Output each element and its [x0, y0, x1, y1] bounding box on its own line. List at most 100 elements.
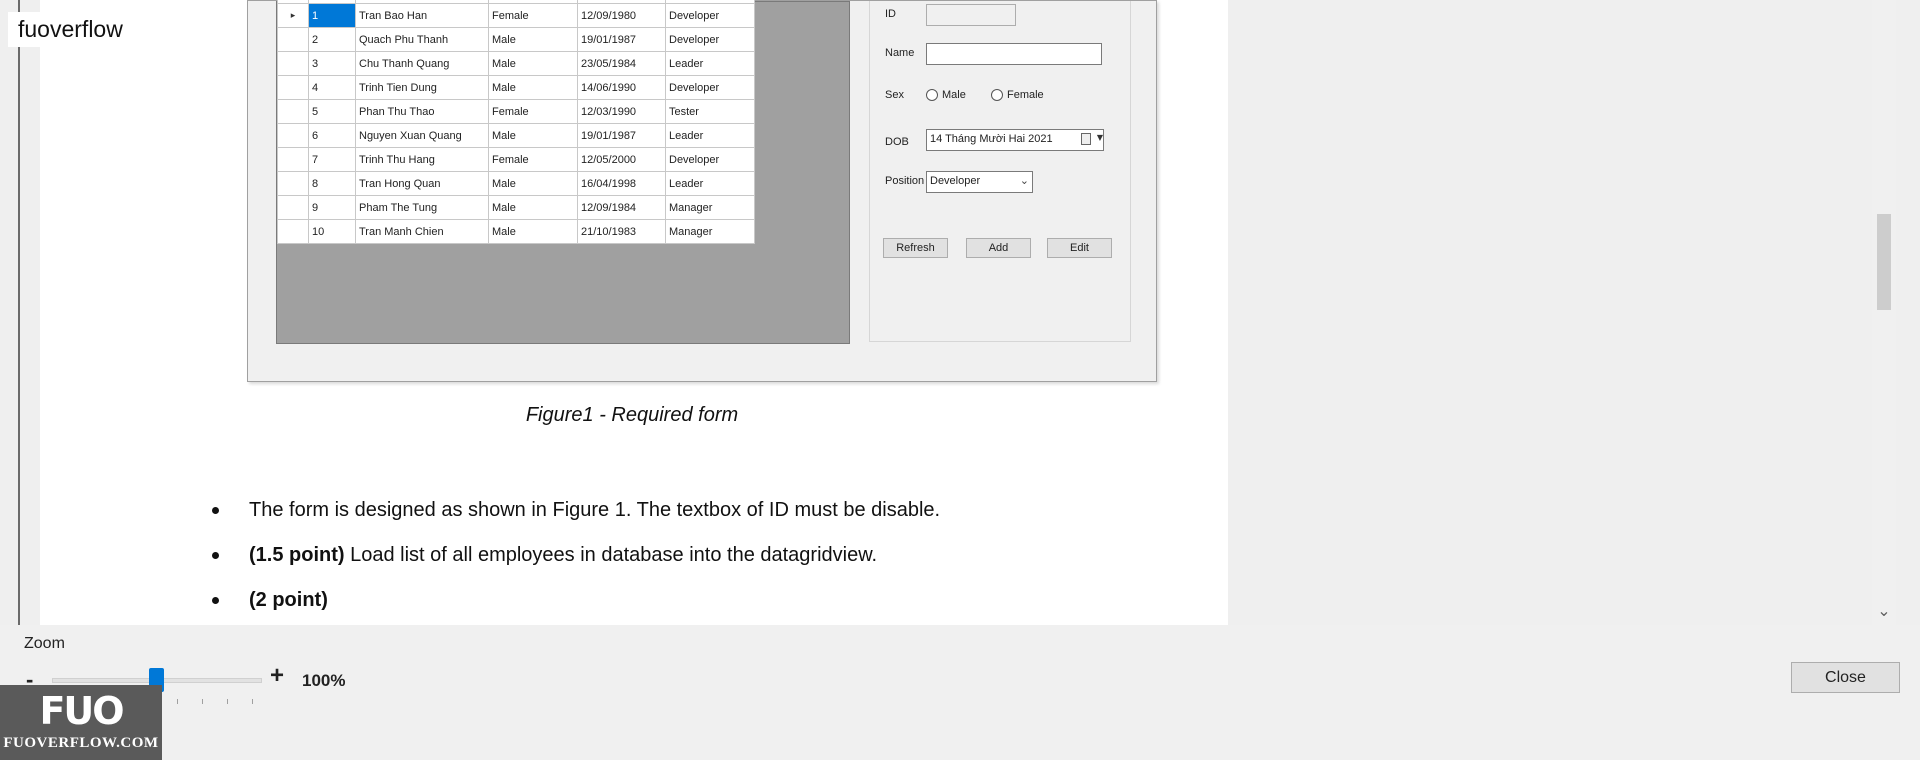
logo-text: FUOVERFLOW.COM	[3, 735, 159, 751]
table-cell: Tester	[665, 99, 755, 124]
zoom-bar: Zoom - + 100% Close	[0, 625, 1920, 760]
male-radio	[926, 89, 938, 101]
employee-form: ID Name Sex Male Female DOB 14 Tháng Mườ…	[869, 1, 1131, 342]
table-cell: Male	[488, 171, 578, 196]
table-cell: Manager	[665, 195, 755, 220]
table-cell: 8	[308, 171, 356, 196]
table-cell: Tran Hong Quan	[355, 171, 489, 196]
table-cell: 4	[308, 75, 356, 100]
document-page[interactable]: ▸ 1 Tran Bao Han Female 12/09/1980 Developer 2…	[40, 0, 1228, 625]
table-cell: Tran Bao Han	[355, 3, 489, 28]
table-cell: 10	[308, 219, 356, 244]
refresh-button: Refresh	[883, 238, 948, 258]
table-cell: 9	[308, 195, 356, 220]
table-cell: Developer	[665, 27, 755, 52]
bullet-dot	[212, 597, 219, 604]
table-cell: 6	[308, 123, 356, 148]
table-cell: 19/01/1987	[577, 123, 666, 148]
table-cell: 14/06/1990	[577, 75, 666, 100]
table-row: 10 Tran Manh Chien Male 21/10/1983 Manager	[277, 219, 755, 244]
add-button: Add	[966, 238, 1031, 258]
table-cell: 23/05/1984	[577, 51, 666, 76]
table-cell: 12/09/1984	[577, 195, 666, 220]
table-cell: 12/09/1980	[577, 3, 666, 28]
row-header	[277, 99, 309, 124]
slider-tick	[252, 699, 253, 704]
row-header: ▸	[277, 3, 309, 28]
edit-button: Edit	[1047, 238, 1112, 258]
bullet-dot	[212, 507, 219, 514]
position-value: Developer	[930, 175, 981, 187]
close-button[interactable]: Close	[1791, 662, 1900, 693]
table-cell: Male	[488, 75, 578, 100]
table-cell: Phan Thu Thao	[355, 99, 489, 124]
table-cell: Chu Thanh Quang	[355, 51, 489, 76]
chevron-down-icon[interactable]: ⌄	[1872, 600, 1896, 622]
row-header	[277, 147, 309, 172]
table-cell: Leader	[665, 51, 755, 76]
brand-label: fuoverflow	[8, 12, 133, 47]
dob-value: 14 Tháng Mười Hai 2021	[930, 133, 1053, 145]
table-cell: 12/05/2000	[577, 147, 666, 172]
vertical-scrollbar[interactable]: ⌄	[1872, 0, 1896, 625]
zoom-in-button[interactable]: +	[270, 662, 284, 690]
table-cell: Trinh Tien Dung	[355, 75, 489, 100]
table-cell: Nguyen Xuan Quang	[355, 123, 489, 148]
female-radio-label: Female	[1007, 89, 1044, 101]
row-header	[277, 27, 309, 52]
table-cell: 5	[308, 99, 356, 124]
table-row: 4 Trinh Tien Dung Male 14/06/1990 Developer	[277, 75, 755, 100]
table-cell: Trinh Thu Hang	[355, 147, 489, 172]
table-cell: 1	[308, 3, 356, 28]
table-cell: Male	[488, 51, 578, 76]
row-header	[277, 123, 309, 148]
sex-label: Sex	[885, 89, 904, 101]
name-textbox	[926, 43, 1102, 65]
logo-mark: FUO	[39, 689, 124, 733]
row-header	[277, 51, 309, 76]
viewer-background	[1228, 0, 1872, 625]
id-textbox	[926, 4, 1016, 26]
figure-caption: Figure1 - Required form	[525, 404, 739, 426]
row-header	[277, 195, 309, 220]
table-cell: Developer	[665, 75, 755, 100]
table-row: 8 Tran Hong Quan Male 16/04/1998 Leader	[277, 171, 755, 196]
zoom-label: Zoom	[24, 635, 65, 652]
position-combobox: Developer ⌄	[926, 171, 1033, 193]
employee-table: ▸ 1 Tran Bao Han Female 12/09/1980 Developer 2…	[277, 0, 755, 244]
table-cell: Developer	[665, 3, 755, 28]
slider-tick	[202, 699, 203, 704]
table-row: 9 Pham The Tung Male 12/09/1984 Manager	[277, 195, 755, 220]
table-cell: Leader	[665, 171, 755, 196]
table-row: 6 Nguyen Xuan Quang Male 19/01/1987 Leader	[277, 123, 755, 148]
row-header	[277, 219, 309, 244]
table-cell: Male	[488, 27, 578, 52]
table-cell: Leader	[665, 123, 755, 148]
position-label: Position	[885, 175, 925, 187]
document-viewer: ▸ 1 Tran Bao Han Female 12/09/1980 Developer 2…	[0, 0, 1920, 625]
table-row: ▸ 1 Tran Bao Han Female 12/09/1980 Developer	[277, 3, 755, 28]
dropdown-arrow-icon: ▼	[1096, 133, 1103, 142]
scrollbar-thumb[interactable]	[1877, 214, 1891, 310]
dob-label: DOB	[885, 136, 909, 148]
table-cell: 3	[308, 51, 356, 76]
table-cell: Manager	[665, 219, 755, 244]
table-cell: 12/03/1990	[577, 99, 666, 124]
name-label: Name	[885, 47, 915, 59]
table-row: 2 Quach Phu Thanh Male 19/01/1987 Developer	[277, 27, 755, 52]
chevron-down-icon: ⌄	[1019, 174, 1029, 187]
table-cell: Female	[488, 147, 578, 172]
table-cell: Female	[488, 99, 578, 124]
table-cell: 16/04/1998	[577, 171, 666, 196]
table-cell: 7	[308, 147, 356, 172]
table-row: 3 Chu Thanh Quang Male 23/05/1984 Leader	[277, 51, 755, 76]
slider-tick	[227, 699, 228, 704]
table-cell: Tran Manh Chien	[355, 219, 489, 244]
calendar-icon	[1081, 133, 1091, 145]
fuoverflow-logo: FUO FUOVERFLOW.COM	[0, 685, 162, 760]
bullet-dot	[212, 552, 219, 559]
zoom-value: 100%	[302, 671, 346, 690]
table-cell: Male	[488, 195, 578, 220]
table-cell: Male	[488, 123, 578, 148]
id-label: ID	[885, 8, 896, 20]
